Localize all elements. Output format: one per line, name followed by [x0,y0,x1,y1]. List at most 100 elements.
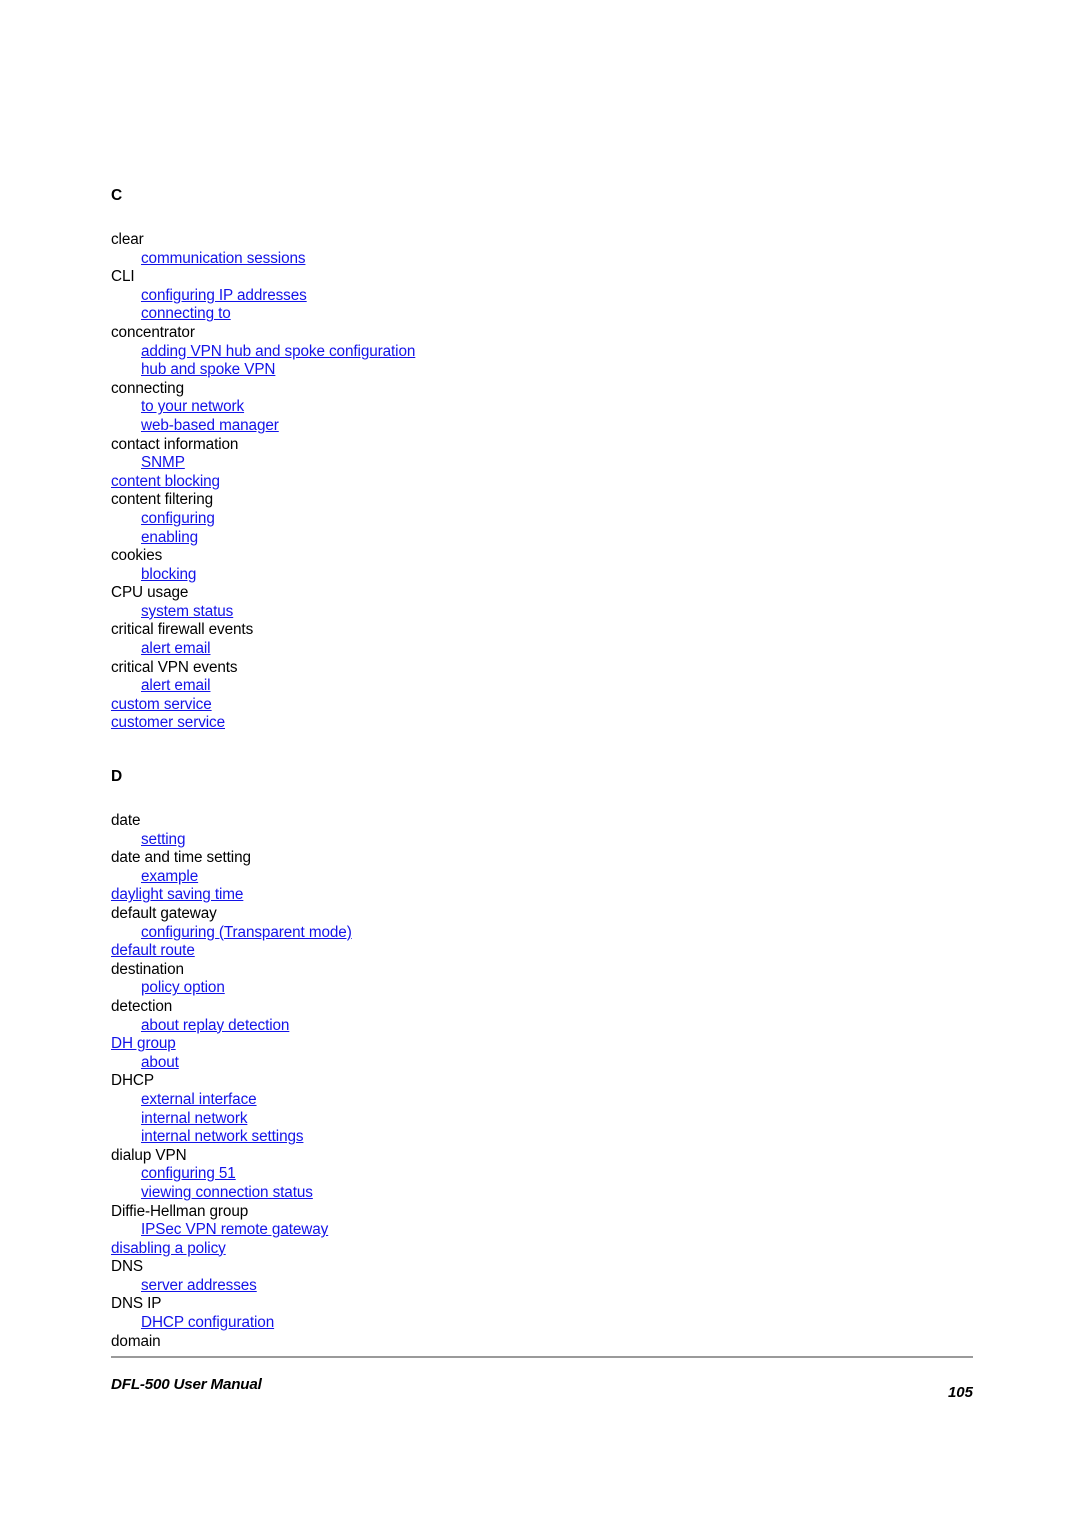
index-entry: destination [111,961,971,980]
index-subentry[interactable]: alert email [111,677,971,696]
index-entry-label: destination [111,960,184,978]
index-subentry[interactable]: internal network settings [111,1128,971,1147]
index-subentry[interactable]: to your network [111,398,971,417]
index-subentry[interactable]: external interface [111,1091,971,1110]
index-entry[interactable]: customer service [111,714,971,733]
index-entry-link[interactable]: IPSec VPN remote gateway [141,1221,328,1238]
index-entry-label: detection [111,997,173,1015]
index-subentry[interactable]: IPSec VPN remote gateway [111,1221,971,1240]
index-subentry[interactable]: blocking [111,566,971,585]
index-entry-link[interactable]: viewing connection status [141,1184,313,1201]
index-subentry[interactable]: system status [111,603,971,622]
index-subentry[interactable]: configuring (Transparent mode) [111,924,971,943]
index-entry-label: dialup VPN [111,1146,187,1164]
index-entry-link[interactable]: blocking [141,566,196,583]
index-entry-label: cookies [111,547,163,565]
index-entry-label: CLI [111,268,135,286]
index-entry-link[interactable]: alert email [141,677,211,694]
index-entry: default gateway [111,905,971,924]
index-entry-link[interactable]: adding VPN hub and spoke configuration [141,343,415,360]
index-entry-link[interactable]: DHCP configuration [141,1314,274,1331]
index-subentry[interactable]: server addresses [111,1277,971,1296]
index-subentry[interactable]: setting [111,831,971,850]
index-subentry[interactable]: SNMP [111,454,971,473]
index-entry[interactable]: content blocking [111,473,971,492]
index-entry-link[interactable]: custom service [111,696,212,713]
index-subentry[interactable]: example [111,868,971,887]
index-entry-label: default gateway [111,905,217,922]
index-entry-label: DNS [111,1258,143,1276]
index-entry-label: DNS IP [111,1295,162,1313]
index-entry-link[interactable]: internal network [141,1110,247,1127]
index-entry[interactable]: daylight saving time [111,886,971,905]
index-entry-link[interactable]: daylight saving time [111,886,243,903]
index-subentry[interactable]: configuring [111,510,971,529]
index-entry-link[interactable]: content blocking [111,473,220,490]
page-footer: DFL-500 User Manual 105 [111,1356,973,1401]
index-entry-link[interactable]: configuring IP addresses [141,287,307,304]
index-entry-link[interactable]: setting [141,831,185,848]
index-subentry[interactable]: hub and spoke VPN [111,361,971,380]
index-entry-link[interactable]: external interface [141,1091,257,1108]
index-entry: date and time setting [111,849,971,868]
index-subentry[interactable]: enabling [111,529,971,548]
footer-page-number: 105 [947,1384,973,1401]
footer-row: DFL-500 User Manual 105 [111,1375,973,1401]
index-entry: CPU usage [111,584,971,603]
index-entry-link[interactable]: system status [141,603,233,620]
index-entry: domain [111,1333,971,1352]
index-entry-link[interactable]: about replay detection [141,1017,289,1034]
index-entry-link[interactable]: configuring 51 [141,1165,236,1182]
index-entry[interactable]: disabling a policy [111,1240,971,1259]
index-entry-link[interactable]: to your network [141,398,244,415]
index-entry-label: date [111,812,141,830]
index-entry-link[interactable]: default route [111,942,195,959]
index-subentry[interactable]: configuring IP addresses [111,287,971,306]
index-entry-link[interactable]: example [141,868,198,885]
index-content: Cclear communication sessions CLI configuri… [111,186,971,1351]
index-entry-link[interactable]: internal network settings [141,1128,304,1145]
index-entry-link[interactable]: communication sessions [141,250,306,267]
index-subentry[interactable]: adding VPN hub and spoke configuration [111,343,971,362]
index-entry-list: date setting date and time setting example d… [111,812,971,1351]
index-entry-link[interactable]: disabling a policy [111,1240,226,1257]
index-entry-link[interactable]: customer service [111,714,225,731]
index-entry-link[interactable]: hub and spoke VPN [141,361,275,378]
footer-divider [111,1356,973,1358]
index-entry-link[interactable]: server addresses [141,1277,257,1294]
index-entry-link[interactable]: SNMP [141,454,185,471]
index-entry[interactable]: default route [111,942,971,961]
index-subentry[interactable]: internal network [111,1110,971,1129]
index-entry-label: concentrator [111,323,195,341]
index-entry-link[interactable]: policy option [141,979,225,996]
index-subentry[interactable]: about replay detection [111,1017,971,1036]
index-entry-link[interactable]: about [141,1054,179,1071]
index-entry-link[interactable]: configuring (Transparent mode) [141,924,352,941]
index-entry: CLI [111,268,971,287]
index-entry-label: CPU usage [111,584,189,602]
index-entry: critical VPN events [111,659,971,678]
index-entry-link[interactable]: connecting to [141,305,231,322]
index-entry-label: critical firewall events [111,621,254,639]
index-subentry[interactable]: connecting to [111,305,971,324]
index-subentry[interactable]: web-based manager [111,417,971,436]
index-subentry[interactable]: policy option [111,979,971,998]
index-entry[interactable]: DH group [111,1035,971,1054]
index-entry-link[interactable]: enabling [141,529,198,546]
index-subentry[interactable]: configuring 51 [111,1165,971,1184]
index-section: Cclear communication sessions CLI configuri… [111,186,971,733]
index-sections: Cclear communication sessions CLI configuri… [111,186,971,1351]
index-entry[interactable]: custom service [111,696,971,715]
index-entry-link[interactable]: DH group [111,1035,176,1052]
index-entry-link[interactable]: configuring [141,510,215,527]
index-subentry[interactable]: DHCP configuration [111,1314,971,1333]
index-entry-link[interactable]: web-based manager [141,417,279,434]
index-subentry[interactable]: alert email [111,640,971,659]
index-subentry[interactable]: communication sessions [111,250,971,269]
index-entry-label: content filtering [111,491,214,509]
index-entry-link[interactable]: alert email [141,640,211,657]
index-subentry[interactable]: viewing connection status [111,1184,971,1203]
index-subentry[interactable]: about [111,1054,971,1073]
index-entry-label: date and time setting [111,849,251,867]
